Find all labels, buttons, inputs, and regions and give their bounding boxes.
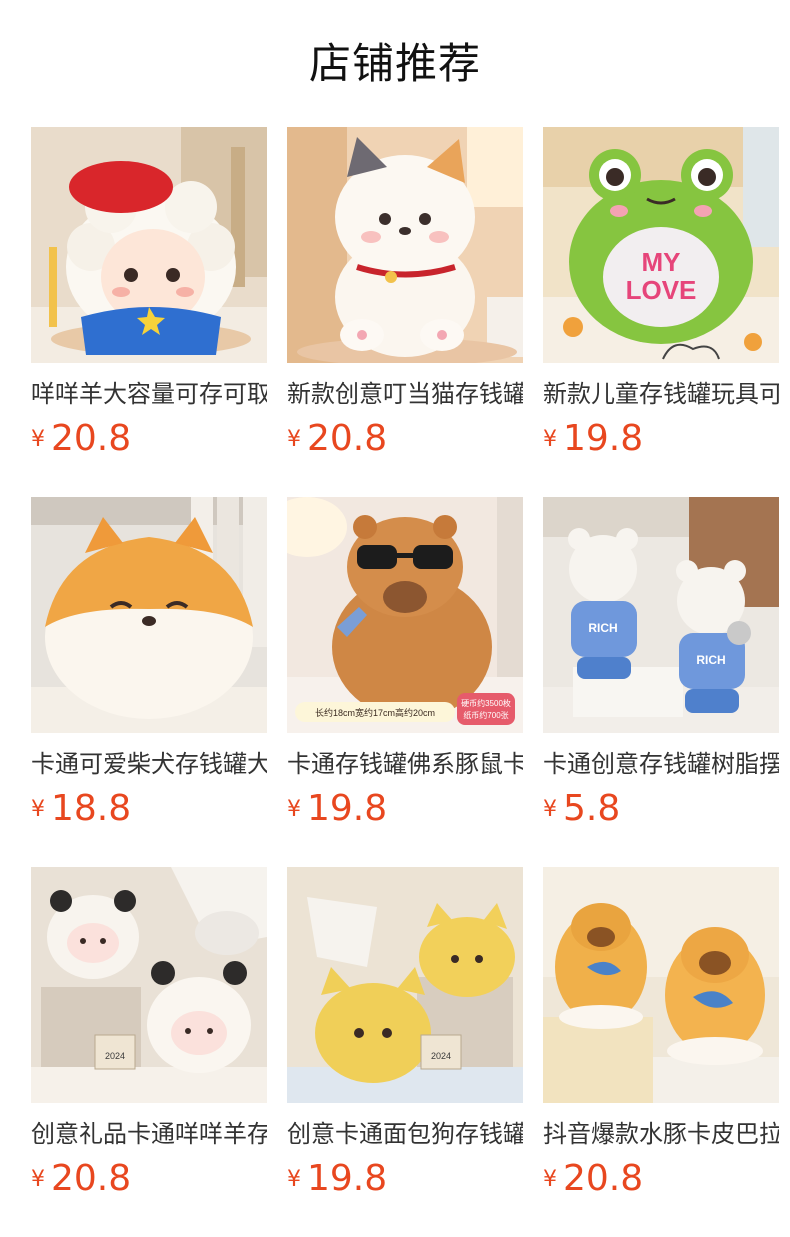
currency-symbol: ¥ [543,1167,557,1192]
shiba-piggy-bank-image [31,497,267,733]
product-grid: 咩咩羊大容量可存可取 ¥20.8 新款创意叮当猫存钱罐 ¥ 20.8 MY LO… [31,127,779,1237]
currency-symbol: ¥ [543,797,557,822]
product-price: ¥20.8 [31,1159,267,1199]
product-image[interactable]: MY LOVE [543,127,779,363]
price-value: 20.8 [51,418,132,459]
product-card[interactable]: 2024 创意卡通面包狗存钱罐 ¥19.8 [287,867,523,1237]
product-price: ¥18.8 [31,789,267,829]
capybara-fish-piggy-bank-image [543,867,779,1103]
capybara-piggy-bank-image: 长约18cm宽约17cm高约20cm 硬币约3500枚 纸币约700张 [287,497,523,733]
product-card[interactable]: 新款创意叮当猫存钱罐 ¥20.8 [287,127,523,497]
product-image[interactable]: RICH RICH [543,497,779,733]
product-price: ¥19.8 [543,419,779,459]
product-name[interactable]: 新款创意叮当猫存钱罐 [287,379,523,409]
product-card[interactable]: RICH RICH 卡通创意存钱罐树脂摆 ¥5.8 [543,497,779,867]
product-price: ¥20.8 [31,419,267,459]
panda-lamb-piggy-bank-image: 2024 [31,867,267,1103]
product-card[interactable]: 2024 创意礼品卡通咩咩羊存 ¥20.8 [31,867,267,1237]
product-card[interactable]: 长约18cm宽约17cm高约20cm 硬币约3500枚 纸币约700张 卡通存钱… [287,497,523,867]
frog-piggy-bank-image: MY LOVE [543,127,779,363]
cat-piggy-bank-image [287,127,523,363]
product-price: ¥19.8 [287,1159,523,1199]
price-value: 19.8 [563,418,644,459]
product-price: ¥19.8 [287,789,523,829]
product-image[interactable] [31,127,267,363]
rich-label: RICH [696,653,725,667]
bread-dog-piggy-bank-image: 2024 [287,867,523,1103]
price-value: 20.8 [563,1158,644,1199]
product-name[interactable]: 卡通存钱罐佛系豚鼠卡 [287,749,523,779]
product-name[interactable]: 创意卡通面包狗存钱罐 [287,1119,523,1149]
price-value: 18.8 [51,788,132,829]
product-image[interactable]: 2024 [287,867,523,1103]
product-price: ¥20.8 [543,1159,779,1199]
price-value: 20.8 [51,1158,132,1199]
product-name[interactable]: 卡通创意存钱罐树脂摆 [543,749,779,779]
product-card[interactable]: 抖音爆款水豚卡皮巴拉 ¥20.8 [543,867,779,1237]
currency-symbol: ¥ [31,427,45,452]
price-value: 20.8 [307,418,388,459]
calendar-year: 2024 [431,1051,451,1061]
price-value: 19.8 [307,1158,388,1199]
lamb-piggy-bank-image [31,127,267,363]
product-image[interactable]: 长约18cm宽约17cm高约20cm 硬币约3500枚 纸币约700张 [287,497,523,733]
product-name[interactable]: 卡通可爱柴犬存钱罐大 [31,749,267,779]
product-image[interactable] [287,127,523,363]
currency-symbol: ¥ [287,1167,301,1192]
svg-text:LOVE: LOVE [626,275,697,305]
product-image[interactable] [31,497,267,733]
product-name[interactable]: 抖音爆款水豚卡皮巴拉 [543,1119,779,1149]
product-name[interactable]: 咩咩羊大容量可存可取 [31,379,267,409]
product-name[interactable]: 新款儿童存钱罐玩具可 [543,379,779,409]
bear-piggy-bank-image: RICH RICH [543,497,779,733]
size-label: 长约18cm宽约17cm高约20cm [315,707,435,718]
product-card[interactable]: 卡通可爱柴犬存钱罐大 ¥18.8 [31,497,267,867]
currency-symbol: ¥ [287,427,301,452]
product-price: ¥20.8 [287,419,523,459]
price-value: 19.8 [307,788,388,829]
capacity-label-notes: 纸币约700张 [463,710,508,720]
calendar-year: 2024 [105,1051,125,1061]
product-image[interactable] [543,867,779,1103]
product-name[interactable]: 创意礼品卡通咩咩羊存 [31,1119,267,1149]
rich-label: RICH [588,621,617,635]
currency-symbol: ¥ [31,797,45,822]
svg-text:MY: MY [642,247,681,277]
currency-symbol: ¥ [543,427,557,452]
product-image[interactable]: 2024 [31,867,267,1103]
capacity-label-coins: 硬币约3500枚 [461,698,511,708]
currency-symbol: ¥ [31,1167,45,1192]
currency-symbol: ¥ [287,797,301,822]
product-card[interactable]: 咩咩羊大容量可存可取 ¥20.8 [31,127,267,497]
product-card[interactable]: MY LOVE 新款儿童存钱罐玩具可 ¥19.8 [543,127,779,497]
page-title: 店铺推荐 [308,39,481,88]
price-value: 5.8 [563,788,621,829]
product-price: ¥5.8 [543,789,779,829]
